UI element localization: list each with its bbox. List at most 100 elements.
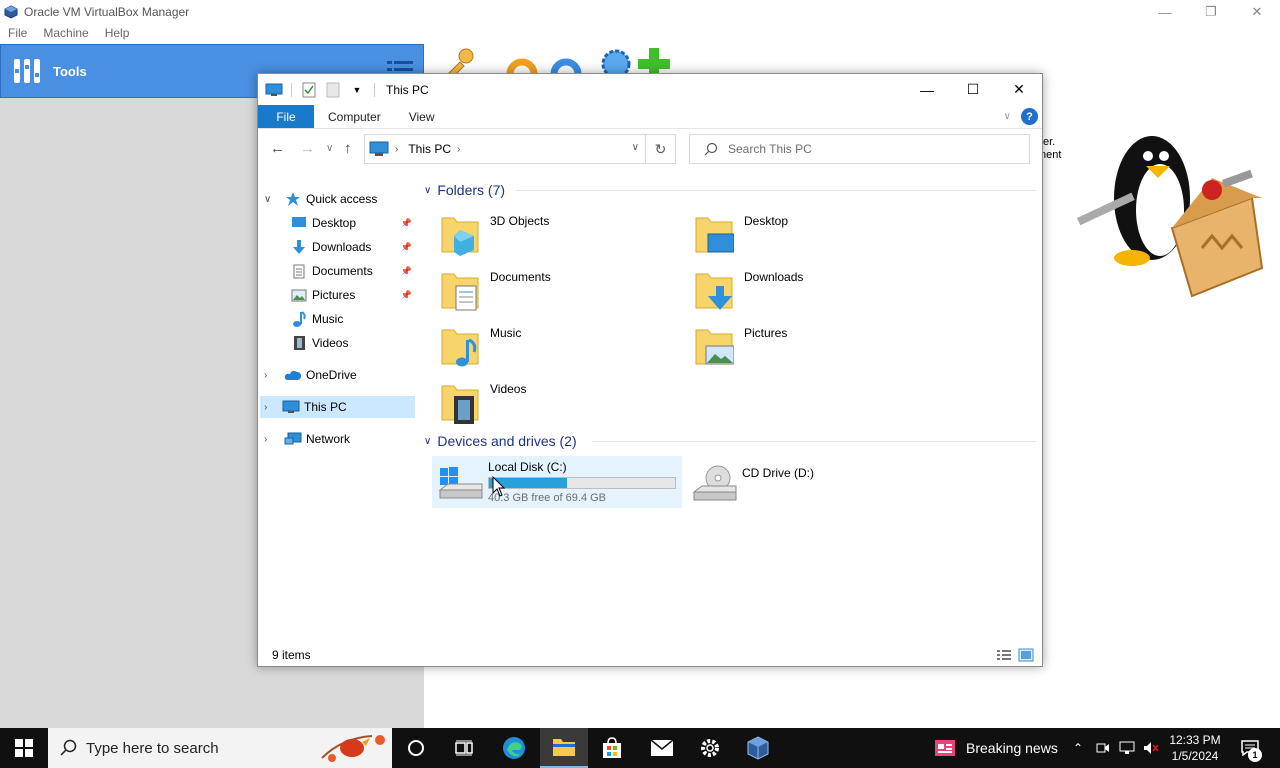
tab-file[interactable]: File (258, 105, 314, 128)
nav-quick-access[interactable]: ∨ Quick access (258, 188, 416, 210)
news-widget[interactable]: Breaking news (934, 728, 1058, 768)
collapse-chevron-icon[interactable]: ∨ (424, 185, 431, 196)
folder-label: Desktop (744, 214, 789, 228)
details-view-icon[interactable] (996, 648, 1012, 662)
nav-network[interactable]: › Network (258, 428, 416, 450)
group-title: Devices and drives (2) (437, 433, 577, 449)
store-taskbar-button[interactable] (588, 728, 636, 768)
menu-machine[interactable]: Machine (35, 24, 96, 44)
nav-label: This PC (304, 400, 347, 414)
drive-local-disk-c[interactable]: Local Disk (C:) 40.3 GB free of 69.4 GB (432, 456, 682, 508)
volume-muted-icon[interactable] (1142, 728, 1160, 768)
file-explorer-taskbar-button[interactable] (540, 728, 588, 768)
network-status-icon[interactable] (1118, 728, 1136, 768)
help-icon[interactable]: ? (1021, 108, 1038, 125)
back-arrow-icon[interactable]: ← (270, 140, 285, 157)
nav-item-desktop[interactable]: Desktop 📌 (258, 212, 416, 234)
tools-label: Tools (53, 63, 87, 79)
mail-taskbar-button[interactable] (638, 728, 686, 768)
recent-locations-chevron-icon[interactable]: ∨ (326, 143, 333, 154)
folder-desktop[interactable]: Desktop (678, 208, 928, 258)
edge-taskbar-button[interactable] (490, 728, 538, 768)
folder-3d-objects[interactable]: 3D Objects (424, 208, 674, 258)
folder-documents[interactable]: Documents (424, 264, 674, 314)
new-folder-icon[interactable] (323, 81, 343, 99)
breadcrumb-chevron-icon[interactable]: › (457, 144, 460, 155)
task-view-cortana-button[interactable] (392, 728, 440, 768)
address-dropdown-icon[interactable]: ∨ (632, 142, 639, 153)
gear-icon (701, 739, 719, 757)
large-icons-view-icon[interactable] (1018, 648, 1034, 662)
nav-item-downloads[interactable]: Downloads 📌 (258, 236, 416, 258)
welcome-line-1: ter. (1040, 136, 1056, 148)
settings-taskbar-button[interactable] (686, 728, 734, 768)
pin-icon: 📌 (400, 265, 412, 276)
nav-label: Quick access (306, 192, 378, 206)
address-bar[interactable]: › This PC › ∨ ↻ (364, 134, 676, 164)
menu-help[interactable]: Help (97, 24, 138, 44)
nav-item-pictures[interactable]: Pictures 📌 (258, 284, 416, 306)
tab-computer[interactable]: Computer (314, 105, 395, 128)
tab-view[interactable]: View (395, 105, 449, 128)
start-button[interactable] (0, 728, 48, 768)
nav-item-music[interactable]: Music (258, 308, 416, 330)
forward-arrow-icon[interactable]: → (300, 140, 315, 157)
customize-toolbar-dropdown-icon[interactable]: ▼ (347, 81, 367, 99)
breadcrumb-this-pc[interactable]: This PC (408, 142, 451, 156)
nav-label: Desktop (312, 216, 357, 230)
desktop-icon (290, 215, 308, 231)
folder-label: Videos (490, 382, 527, 396)
explorer-minimize-button[interactable]: — (904, 74, 950, 105)
vbox-close-button[interactable]: ✕ (1234, 0, 1280, 24)
folder-downloads[interactable]: Downloads (678, 264, 928, 314)
folder-videos[interactable]: Videos (424, 376, 674, 426)
clock-date: 1/5/2024 (1171, 749, 1219, 763)
content-pane: ∨ Folders (7) 3D Objects Desktop Documen… (424, 174, 1038, 644)
nav-item-documents[interactable]: Documents 📌 (258, 260, 416, 282)
virtualbox-taskbar-button[interactable] (734, 728, 782, 768)
taskbar-search-box[interactable]: Type here to search (48, 728, 392, 768)
folders-group-header[interactable]: ∨ Folders (7) (424, 180, 505, 200)
nav-item-videos[interactable]: Videos (258, 332, 416, 354)
task-view-icon (455, 740, 473, 756)
this-pc-icon (264, 81, 284, 99)
properties-icon[interactable] (299, 81, 319, 99)
folder-label: Documents (490, 270, 551, 284)
collapsed-chevron-icon[interactable]: › (264, 402, 267, 413)
search-box[interactable] (689, 134, 1030, 164)
nav-label: Downloads (312, 240, 372, 254)
drive-cd-d[interactable]: CD Drive (D:) (686, 456, 936, 508)
show-hidden-icons-chevron-icon[interactable]: ⌃ (1068, 728, 1088, 768)
task-view-button[interactable] (440, 728, 488, 768)
notification-center-button[interactable]: 1 (1232, 728, 1268, 768)
pictures-folder-icon (695, 329, 734, 365)
news-label: Breaking news (966, 740, 1058, 756)
folder-music[interactable]: Music (424, 320, 674, 370)
menu-file[interactable]: File (0, 24, 35, 44)
folder-pictures[interactable]: Pictures (678, 320, 928, 370)
devices-group-header[interactable]: ∨ Devices and drives (2) (424, 431, 577, 451)
vbox-restore-button[interactable]: ❐ (1188, 0, 1234, 24)
explorer-close-button[interactable]: ✕ (996, 74, 1042, 105)
taskbar-clock[interactable]: 12:33 PM 1/5/2024 (1168, 732, 1222, 764)
videos-folder-icon (441, 385, 479, 424)
up-arrow-icon[interactable]: ↑ (344, 140, 352, 157)
expand-ribbon-chevron-icon[interactable]: ∨ (1004, 111, 1011, 122)
view-switcher (996, 648, 1034, 662)
search-input[interactable] (728, 142, 1008, 156)
nav-onedrive[interactable]: › OneDrive (258, 364, 416, 386)
refresh-icon[interactable]: ↻ (645, 135, 675, 163)
file-explorer-window: ▼ This PC — ☐ ✕ File Computer View ∨ ? ←… (257, 73, 1043, 667)
nav-this-pc[interactable]: › This PC (260, 396, 415, 418)
vbox-minimize-button[interactable]: — (1142, 0, 1188, 24)
expanded-chevron-icon[interactable]: ∨ (264, 194, 271, 205)
folder-label: Music (490, 326, 522, 340)
explorer-maximize-button[interactable]: ☐ (950, 74, 996, 105)
explorer-title: This PC (386, 82, 429, 97)
folder-label: Pictures (744, 326, 788, 340)
collapsed-chevron-icon[interactable]: › (264, 434, 267, 445)
collapse-chevron-icon[interactable]: ∨ (424, 436, 431, 447)
collapsed-chevron-icon[interactable]: › (264, 370, 267, 381)
meet-now-icon[interactable] (1094, 728, 1112, 768)
clock-time: 12:33 PM (1169, 733, 1221, 747)
